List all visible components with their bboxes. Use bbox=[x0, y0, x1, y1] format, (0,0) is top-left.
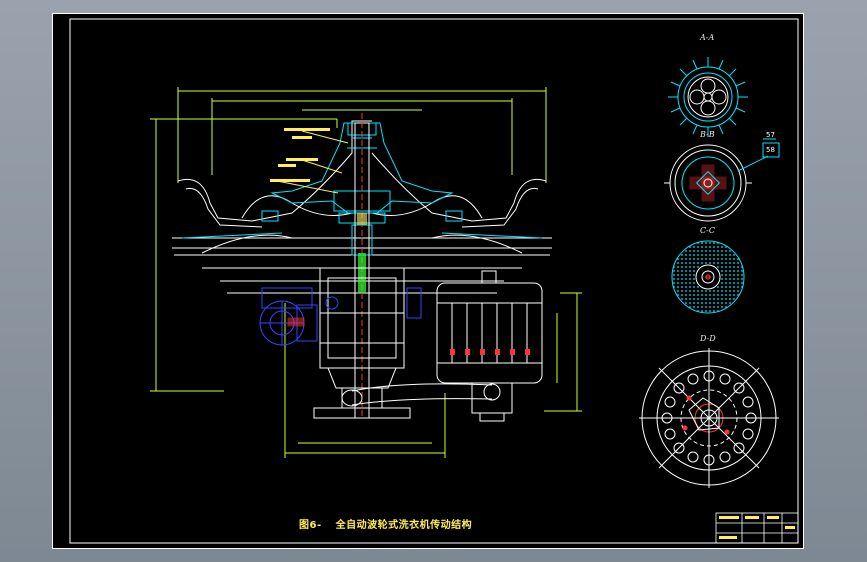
brake-lever bbox=[287, 317, 305, 327]
main-assembly-view bbox=[150, 87, 582, 458]
figure-caption: 图6- 全自动波轮式洗衣机传动结构 bbox=[299, 516, 472, 531]
title-block-text bbox=[719, 516, 795, 539]
section-label-d-d: D-D bbox=[700, 334, 716, 343]
drive-shaft bbox=[354, 113, 370, 419]
caption-title: 全自动波轮式洗衣机传动结构 bbox=[335, 520, 473, 531]
section-label-a-a: A-A bbox=[700, 33, 715, 42]
balloon-57: 57 bbox=[766, 131, 775, 139]
section-b-b-view bbox=[664, 144, 769, 222]
a-a-teeth bbox=[668, 57, 748, 137]
section-c-c-view bbox=[671, 240, 745, 314]
section-label-b-b: B-B bbox=[700, 130, 715, 139]
balloon-58: 58 bbox=[766, 146, 775, 154]
motor-terminals bbox=[450, 349, 530, 355]
engineering-drawing bbox=[52, 13, 804, 549]
section-a-a-view bbox=[668, 57, 748, 137]
section-d-d-view bbox=[639, 348, 779, 488]
caption-figure-number: 图6- bbox=[299, 520, 322, 531]
brake-assembly bbox=[259, 287, 422, 346]
drawing-sheet: A-A B-B C-C D-D 57 58 图6- 全自动波轮式洗衣机传动结构 bbox=[52, 13, 804, 549]
a-a-planet-gears bbox=[689, 78, 727, 116]
section-label-c-c: C-C bbox=[700, 226, 715, 235]
v-belt bbox=[341, 383, 501, 407]
